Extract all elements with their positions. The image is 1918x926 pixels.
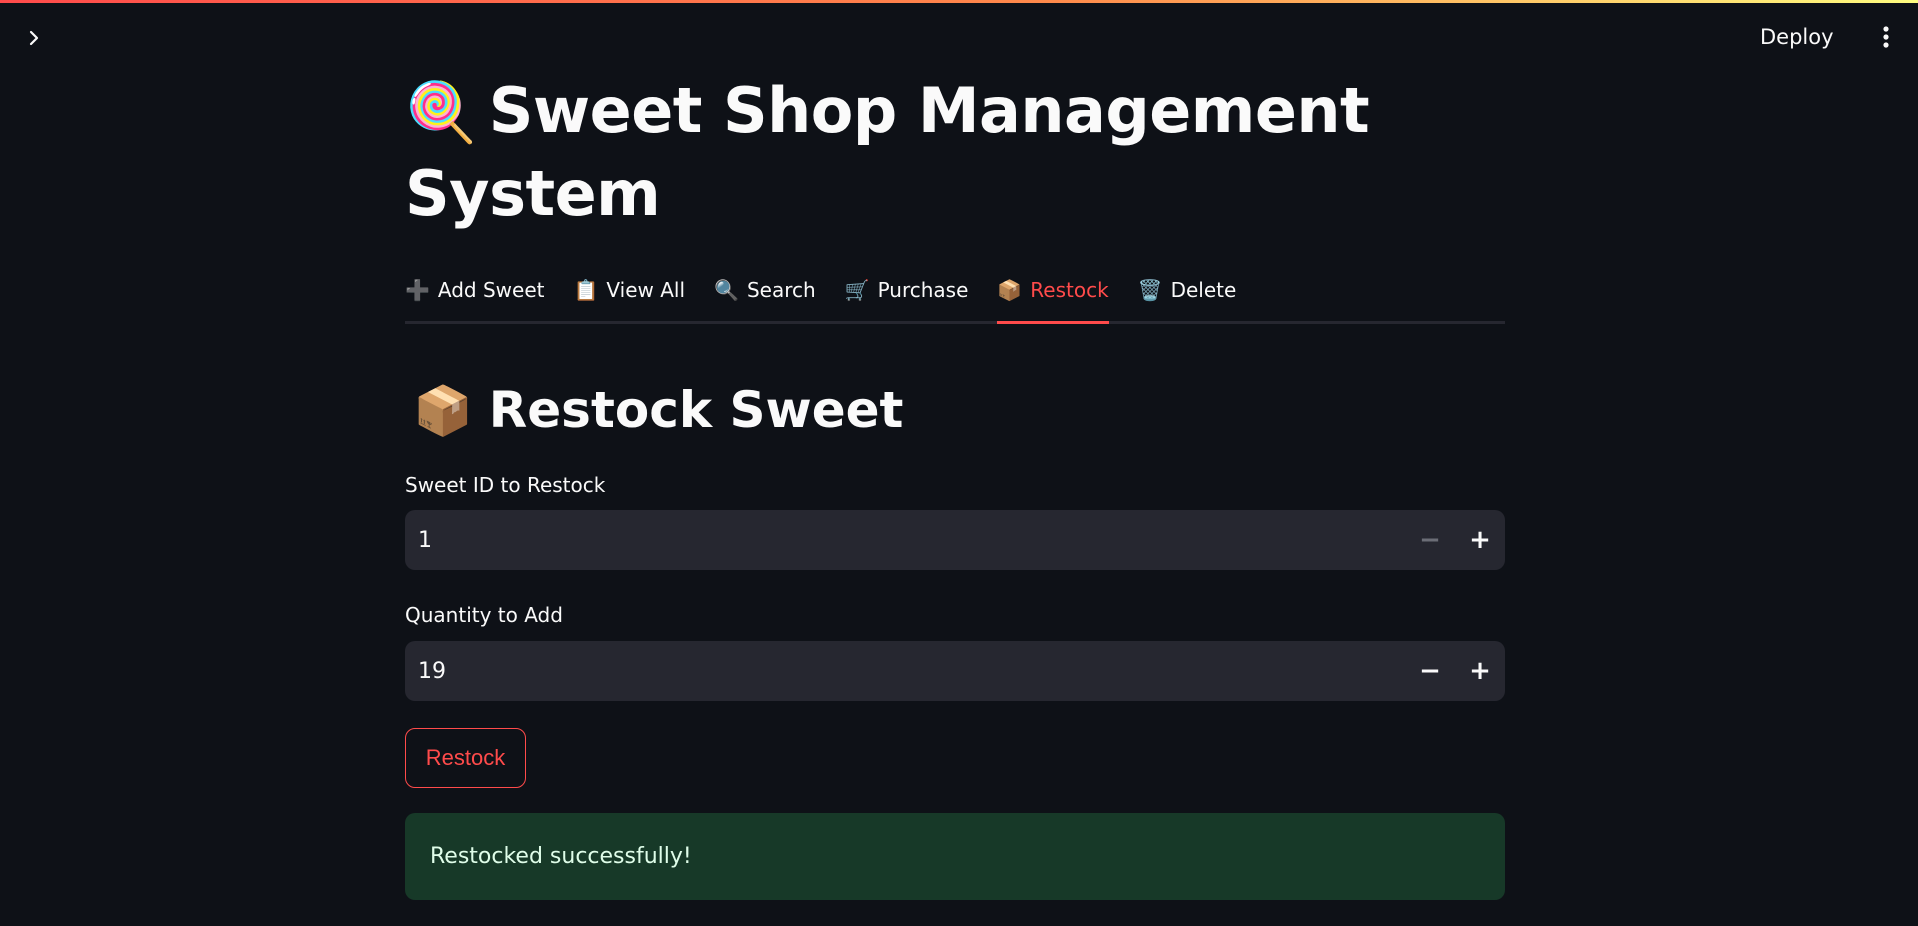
quantity-decrement-button[interactable]: − <box>1405 641 1455 701</box>
quantity-increment-button[interactable]: + <box>1455 641 1505 701</box>
quantity-label: Quantity to Add <box>405 603 563 627</box>
tab-label: View All <box>606 278 686 302</box>
tab-label: Search <box>746 278 816 302</box>
magnifier-icon: 🔍 <box>714 278 739 302</box>
tab-view-all[interactable]: 📋 View All <box>574 270 686 310</box>
quantity-input[interactable]: 19 − + <box>405 641 1505 701</box>
tab-delete[interactable]: 🗑️ Delete <box>1138 270 1237 310</box>
sweet-id-input[interactable]: 1 − + <box>405 510 1505 570</box>
shopping-cart-icon: 🛒 <box>844 278 870 302</box>
plus-icon: ➕ <box>405 278 430 302</box>
expand-sidebar-button[interactable] <box>20 24 48 52</box>
success-alert: Restocked successfully! <box>405 813 1505 900</box>
package-icon: 📦 <box>997 278 1023 302</box>
tab-label: Delete <box>1170 278 1237 302</box>
tab-add-sweet[interactable]: ➕ Add Sweet <box>405 270 545 310</box>
sweet-id-label: Sweet ID to Restock <box>405 473 606 497</box>
tab-purchase[interactable]: 🛒 Purchase <box>845 270 969 310</box>
page-title: 🍭 Sweet Shop Management System <box>405 70 1405 235</box>
tab-search[interactable]: 🔍 Search <box>714 270 816 310</box>
page-title-text: Sweet Shop Management System <box>405 74 1370 230</box>
lollipop-icon: 🍭 <box>405 78 477 146</box>
vertical-ellipsis-icon <box>1883 26 1889 48</box>
section-title: 📦 Restock Sweet <box>413 370 903 451</box>
restock-button[interactable]: Restock <box>405 728 526 788</box>
trash-icon: 🗑️ <box>1137 278 1163 302</box>
main-menu-button[interactable] <box>1870 20 1902 54</box>
tab-label: Purchase <box>877 278 969 302</box>
sweet-id-value[interactable]: 1 <box>405 528 1405 553</box>
chevron-right-icon <box>29 30 39 46</box>
tab-restock[interactable]: 📦 Restock <box>997 270 1109 324</box>
sweet-id-decrement-button[interactable]: − <box>1405 510 1455 570</box>
top-decoration-bar <box>0 0 1918 3</box>
tab-label: Add Sweet <box>437 278 545 302</box>
tab-label: Restock <box>1030 278 1109 302</box>
quantity-value[interactable]: 19 <box>405 659 1405 684</box>
sweet-id-increment-button[interactable]: + <box>1455 510 1505 570</box>
tab-bar: ➕ Add Sweet 📋 View All 🔍 Search 🛒 Purcha… <box>405 270 1505 324</box>
clipboard-icon: 📋 <box>573 278 599 302</box>
section-title-text: Restock Sweet <box>488 381 904 439</box>
package-icon: 📦 <box>413 383 473 439</box>
success-message: Restocked successfully! <box>430 844 692 869</box>
deploy-button[interactable]: Deploy <box>1760 20 1834 54</box>
